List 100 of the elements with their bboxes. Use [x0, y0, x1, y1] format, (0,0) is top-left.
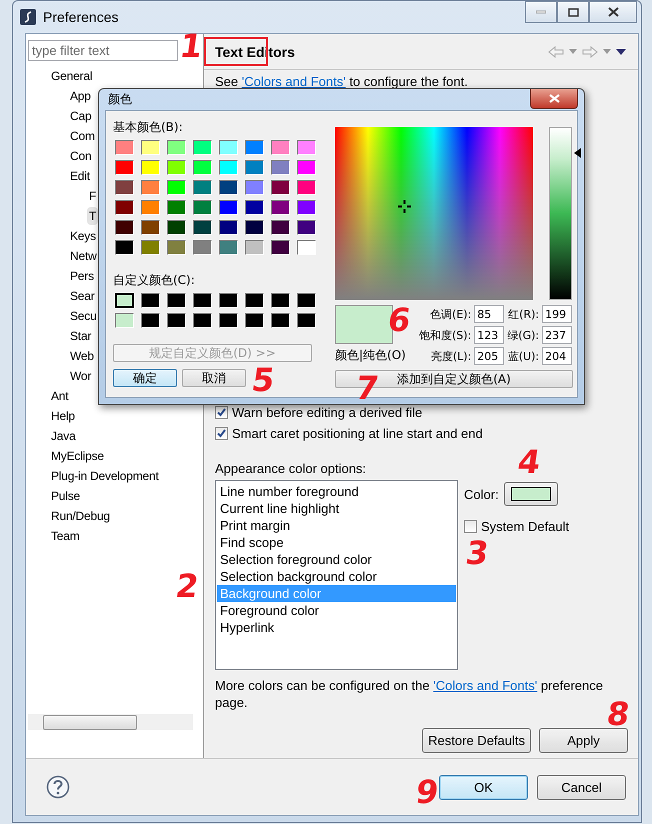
page-button[interactable]: Apply — [539, 728, 628, 753]
tree-item[interactable]: Web — [70, 349, 94, 363]
dialog-button[interactable]: Cancel — [537, 774, 626, 800]
color-swatch[interactable] — [193, 200, 212, 215]
colors-and-fonts-link[interactable]: 'Colors and Fonts' — [242, 74, 346, 89]
color-swatch[interactable] — [141, 313, 160, 328]
value-field[interactable]: 85 — [474, 305, 504, 323]
color-swatch[interactable] — [193, 160, 212, 175]
color-spectrum[interactable] — [335, 127, 533, 300]
tree-item[interactable]: Pers — [70, 269, 94, 283]
tree-item[interactable]: Help — [51, 409, 75, 423]
color-swatch[interactable] — [297, 180, 316, 195]
color-swatch[interactable] — [193, 180, 212, 195]
color-swatch[interactable] — [141, 200, 160, 215]
color-swatch[interactable] — [193, 220, 212, 235]
luminance-bar[interactable] — [549, 127, 572, 300]
color-swatch[interactable] — [141, 293, 160, 308]
color-swatch[interactable] — [297, 220, 316, 235]
color-swatch[interactable] — [245, 140, 264, 155]
color-swatch[interactable] — [219, 180, 238, 195]
color-swatch[interactable] — [245, 313, 264, 328]
menu-icon[interactable] — [616, 48, 626, 54]
tree-item[interactable]: General — [51, 69, 92, 83]
tree-item[interactable]: MyEclipse — [51, 449, 104, 463]
close-button[interactable] — [530, 89, 578, 109]
color-swatch[interactable] — [141, 180, 160, 195]
color-swatch[interactable] — [297, 140, 316, 155]
tree-item[interactable]: Sear — [70, 289, 95, 303]
value-field[interactable]: 237 — [542, 326, 572, 344]
color-swatch[interactable] — [167, 293, 186, 308]
color-swatch[interactable] — [219, 160, 238, 175]
color-swatch[interactable] — [297, 240, 316, 255]
color-swatch[interactable] — [115, 140, 134, 155]
color-swatch[interactable] — [193, 293, 212, 308]
value-field[interactable]: 205 — [474, 347, 504, 365]
tree-item[interactable]: T — [89, 209, 96, 223]
color-swatch[interactable] — [245, 180, 264, 195]
tree-item[interactable]: Keys — [70, 229, 96, 243]
ok-button[interactable]: 确定 — [113, 369, 177, 387]
maximize-button[interactable] — [557, 1, 589, 23]
color-swatch[interactable] — [115, 160, 134, 175]
tree-item[interactable]: Java — [51, 429, 76, 443]
value-field[interactable]: 123 — [474, 326, 504, 344]
color-swatch[interactable] — [193, 313, 212, 328]
color-swatch[interactable] — [167, 180, 186, 195]
color-swatch[interactable] — [141, 240, 160, 255]
color-button[interactable] — [504, 482, 558, 506]
page-button[interactable]: Restore Defaults — [422, 728, 531, 753]
list-item[interactable]: Find scope — [217, 534, 456, 551]
color-swatch[interactable] — [193, 240, 212, 255]
color-swatch[interactable] — [115, 240, 134, 255]
color-swatch[interactable] — [115, 180, 134, 195]
tree-item[interactable]: Ant — [51, 389, 68, 403]
color-swatch[interactable] — [219, 220, 238, 235]
color-swatch[interactable] — [297, 200, 316, 215]
color-swatch[interactable] — [115, 220, 134, 235]
tree-item[interactable]: Con — [70, 149, 92, 163]
tree-item[interactable]: Cap — [70, 109, 92, 123]
cancel-button[interactable]: 取消 — [182, 369, 246, 387]
tree-item[interactable]: Team — [51, 529, 80, 543]
list-item[interactable]: Print margin — [217, 517, 456, 534]
color-swatch[interactable] — [141, 220, 160, 235]
list-item[interactable]: Foreground color — [217, 602, 456, 619]
color-swatch[interactable] — [167, 220, 186, 235]
color-swatch[interactable] — [167, 140, 186, 155]
tree-item[interactable]: App — [70, 89, 91, 103]
tree-item[interactable]: Wor — [70, 369, 92, 383]
color-swatch[interactable] — [219, 140, 238, 155]
checkbox[interactable] — [464, 520, 477, 533]
color-swatch[interactable] — [141, 160, 160, 175]
list-item[interactable]: Line number foreground — [217, 483, 456, 500]
close-button[interactable] — [589, 1, 637, 23]
color-swatch[interactable] — [245, 293, 264, 308]
color-swatch[interactable] — [219, 313, 238, 328]
list-item[interactable]: Selection foreground color — [217, 551, 456, 568]
color-swatch[interactable] — [271, 140, 290, 155]
list-item[interactable]: Selection background color — [217, 568, 456, 585]
color-swatch[interactable] — [141, 140, 160, 155]
color-swatch[interactable] — [297, 160, 316, 175]
checkbox[interactable] — [215, 406, 228, 419]
tree-item[interactable]: Star — [70, 329, 92, 343]
color-swatch[interactable] — [245, 160, 264, 175]
list-item[interactable]: Current line highlight — [217, 500, 456, 517]
color-swatch[interactable] — [115, 313, 134, 328]
color-swatch[interactable] — [271, 293, 290, 308]
slider-arrow-icon[interactable] — [574, 148, 581, 158]
color-swatch[interactable] — [271, 160, 290, 175]
color-swatch[interactable] — [271, 180, 290, 195]
color-swatch[interactable] — [271, 200, 290, 215]
color-swatch[interactable] — [245, 220, 264, 235]
color-swatch[interactable] — [271, 240, 290, 255]
tree-item[interactable]: Run/Debug — [51, 509, 110, 523]
tree-item[interactable]: F — [89, 189, 96, 203]
value-field[interactable]: 199 — [542, 305, 572, 323]
color-swatch[interactable] — [245, 240, 264, 255]
filter-field[interactable]: type filter text — [28, 40, 178, 61]
color-swatch[interactable] — [193, 140, 212, 155]
color-swatch[interactable] — [167, 240, 186, 255]
color-swatch[interactable] — [219, 293, 238, 308]
color-swatch[interactable] — [245, 200, 264, 215]
